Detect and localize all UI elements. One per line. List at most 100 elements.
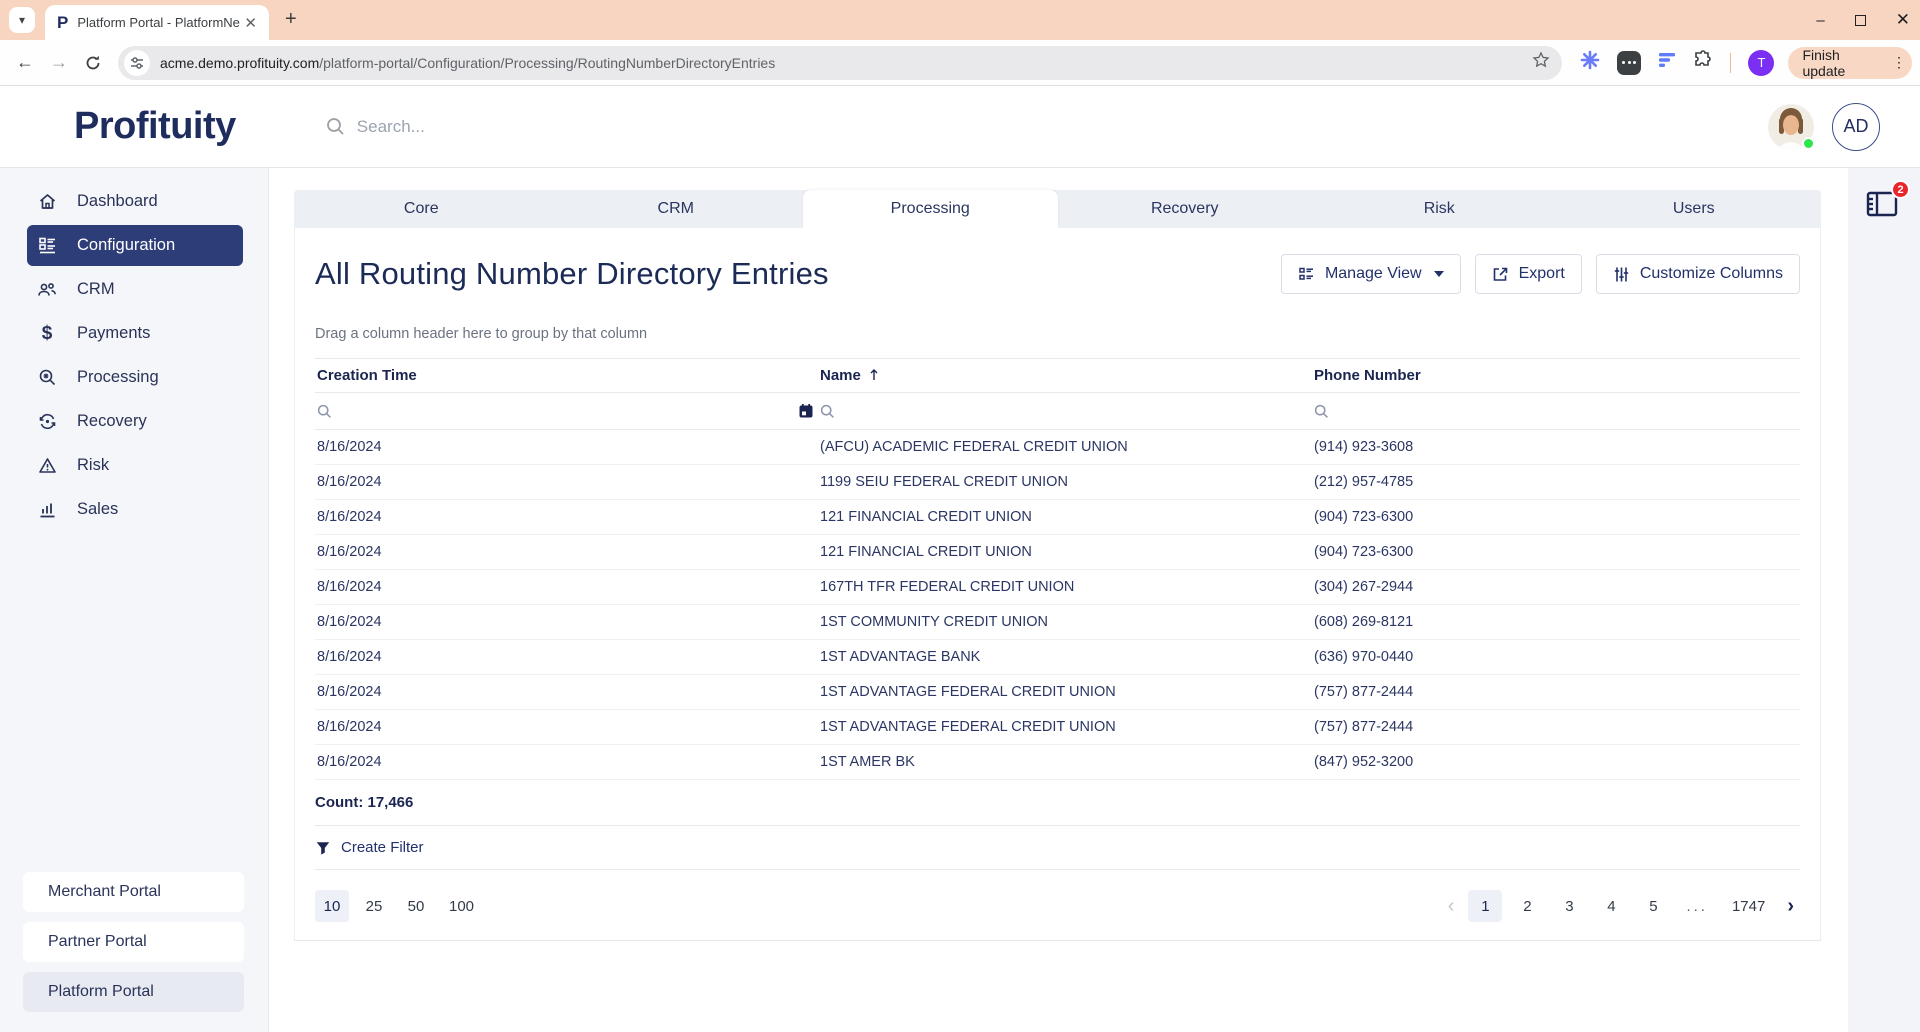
previous-page-icon[interactable]: ‹: [1442, 895, 1461, 918]
table-row[interactable]: 8/16/20241ST COMMUNITY CREDIT UNION(608)…: [315, 605, 1800, 640]
page-button[interactable]: 5: [1636, 890, 1670, 922]
page-size-button[interactable]: 10: [315, 890, 349, 922]
tab-recovery[interactable]: Recovery: [1058, 190, 1313, 228]
home-icon: [37, 192, 57, 212]
right-rail: 2: [1848, 168, 1920, 1032]
sidebar-item-label: Sales: [77, 500, 118, 519]
bar-chart-icon: [37, 500, 57, 520]
table-row[interactable]: 8/16/20241ST ADVANTAGE FEDERAL CREDIT UN…: [315, 710, 1800, 745]
page-size-button[interactable]: 25: [357, 890, 391, 922]
manage-view-button[interactable]: Manage View: [1281, 254, 1461, 294]
close-icon[interactable]: ✕: [1896, 10, 1910, 30]
name-filter-input[interactable]: [843, 399, 1308, 423]
table-row[interactable]: 8/16/2024167TH TFR FEDERAL CREDIT UNION(…: [315, 570, 1800, 605]
sort-asc-icon: [869, 368, 879, 381]
browser-tab[interactable]: P Platform Portal - PlatformNext ✕: [45, 5, 269, 40]
column-header-creation-time[interactable]: Creation Time: [315, 359, 818, 393]
finish-update-button[interactable]: Finish update ⋮: [1788, 47, 1912, 79]
customize-columns-button[interactable]: Customize Columns: [1596, 254, 1800, 294]
site-settings-icon[interactable]: [124, 50, 150, 76]
table-row[interactable]: 8/16/20241199 SEIU FEDERAL CREDIT UNION(…: [315, 465, 1800, 500]
table-row[interactable]: 8/16/20241ST AMER BK(847) 952-3200: [315, 745, 1800, 780]
configuration-icon: [37, 236, 57, 256]
column-header-phone-number[interactable]: Phone Number: [1312, 359, 1800, 393]
sidebar-item-processing[interactable]: Processing: [27, 357, 243, 398]
page-size-button[interactable]: 50: [399, 890, 433, 922]
extension-burst-icon[interactable]: [1580, 50, 1600, 75]
sidebar-item-configuration[interactable]: Configuration: [27, 225, 243, 266]
tab-close-icon[interactable]: ✕: [240, 14, 261, 32]
browser-profile-avatar[interactable]: T: [1748, 50, 1774, 76]
sidebar-item-recovery[interactable]: Recovery: [27, 401, 243, 442]
customize-columns-icon: [1613, 266, 1630, 283]
pagination: 102550100 ‹ 12345...1747 ›: [315, 870, 1800, 942]
url-bar[interactable]: acme.demo.profituity.com/platform-portal…: [118, 46, 1562, 80]
sidebar-item-risk[interactable]: Risk: [27, 445, 243, 486]
screen: ▾ P Platform Portal - PlatformNext ✕ + –…: [0, 0, 1920, 1032]
bookmark-star-icon[interactable]: [1532, 51, 1550, 74]
main-content: Core CRM Processing Recovery Risk Users …: [270, 168, 1848, 1032]
page-button[interactable]: 1747: [1724, 890, 1773, 922]
sidebar-item-label: Payments: [77, 324, 150, 343]
global-search[interactable]: [326, 117, 657, 137]
extensions-puzzle-icon[interactable]: [1693, 50, 1713, 75]
phone-filter-input[interactable]: [1337, 399, 1796, 423]
window-controls: – ✕: [1816, 0, 1910, 40]
page-button[interactable]: 4: [1594, 890, 1628, 922]
manage-view-icon: [1298, 266, 1315, 283]
platform-portal-button[interactable]: Platform Portal: [23, 972, 244, 1012]
column-header-name[interactable]: Name: [818, 359, 1312, 393]
tab-users[interactable]: Users: [1567, 190, 1822, 228]
user-photo-avatar[interactable]: [1768, 104, 1814, 150]
url-path: /platform-portal/Configuration/Processin…: [319, 55, 775, 71]
favicon: P: [57, 13, 68, 33]
page-ellipsis: ...: [1678, 890, 1716, 922]
tab-processing[interactable]: Processing: [803, 190, 1058, 228]
app-logo[interactable]: Profituity: [74, 105, 236, 148]
group-by-hint: Drag a column header here to group by th…: [315, 326, 1800, 342]
table-row[interactable]: 8/16/20241ST ADVANTAGE FEDERAL CREDIT UN…: [315, 675, 1800, 710]
tab-search-chevron-icon[interactable]: ▾: [9, 7, 35, 33]
table-body: 8/16/2024(AFCU) ACADEMIC FEDERAL CREDIT …: [315, 430, 1800, 780]
export-button[interactable]: Export: [1475, 254, 1582, 294]
panel-toggle-button[interactable]: 2: [1864, 188, 1904, 224]
extension-filter-icon[interactable]: [1658, 51, 1676, 74]
new-tab-button[interactable]: +: [285, 8, 297, 31]
minimize-icon[interactable]: –: [1816, 12, 1824, 29]
creation-time-filter-input[interactable]: [340, 399, 790, 423]
extension-icons: T: [1580, 50, 1774, 76]
extension-dots-icon[interactable]: [1617, 51, 1641, 75]
tab-core[interactable]: Core: [294, 190, 549, 228]
sidebar-item-payments[interactable]: $ Payments: [27, 313, 243, 354]
filter-search-icon: [317, 404, 332, 419]
table-row[interactable]: 8/16/2024121 FINANCIAL CREDIT UNION(904)…: [315, 535, 1800, 570]
back-icon[interactable]: ←: [16, 52, 34, 73]
sidebar-item-crm[interactable]: CRM: [27, 269, 243, 310]
table-row[interactable]: 8/16/2024121 FINANCIAL CREDIT UNION(904)…: [315, 500, 1800, 535]
forward-icon[interactable]: →: [50, 52, 68, 73]
next-page-icon[interactable]: ›: [1781, 895, 1800, 918]
search-icon: [326, 117, 345, 136]
table-row[interactable]: 8/16/20241ST ADVANTAGE BANK(636) 970-044…: [315, 640, 1800, 675]
page-button[interactable]: 1: [1468, 890, 1502, 922]
partner-portal-button[interactable]: Partner Portal: [23, 922, 244, 962]
sidebar-item-label: Risk: [77, 456, 109, 475]
browser-menu-icon[interactable]: ⋮: [1892, 54, 1906, 71]
tab-crm[interactable]: CRM: [549, 190, 804, 228]
sidebar-item-dashboard[interactable]: Dashboard: [27, 181, 243, 222]
page-button[interactable]: 3: [1552, 890, 1586, 922]
reload-icon[interactable]: [84, 54, 102, 72]
table-row[interactable]: 8/16/2024(AFCU) ACADEMIC FEDERAL CREDIT …: [315, 430, 1800, 465]
tab-risk[interactable]: Risk: [1312, 190, 1567, 228]
create-filter-button[interactable]: Create Filter: [315, 826, 1800, 870]
maximize-icon[interactable]: [1855, 15, 1866, 26]
online-status-dot: [1802, 137, 1815, 150]
search-input[interactable]: [357, 117, 657, 137]
page-size-button[interactable]: 100: [441, 890, 482, 922]
page-button[interactable]: 2: [1510, 890, 1544, 922]
calendar-icon[interactable]: [798, 403, 814, 419]
user-initials-avatar[interactable]: AD: [1832, 103, 1880, 151]
merchant-portal-button[interactable]: Merchant Portal: [23, 872, 244, 912]
sidebar-item-sales[interactable]: Sales: [27, 489, 243, 530]
search-gear-icon: [37, 368, 57, 388]
